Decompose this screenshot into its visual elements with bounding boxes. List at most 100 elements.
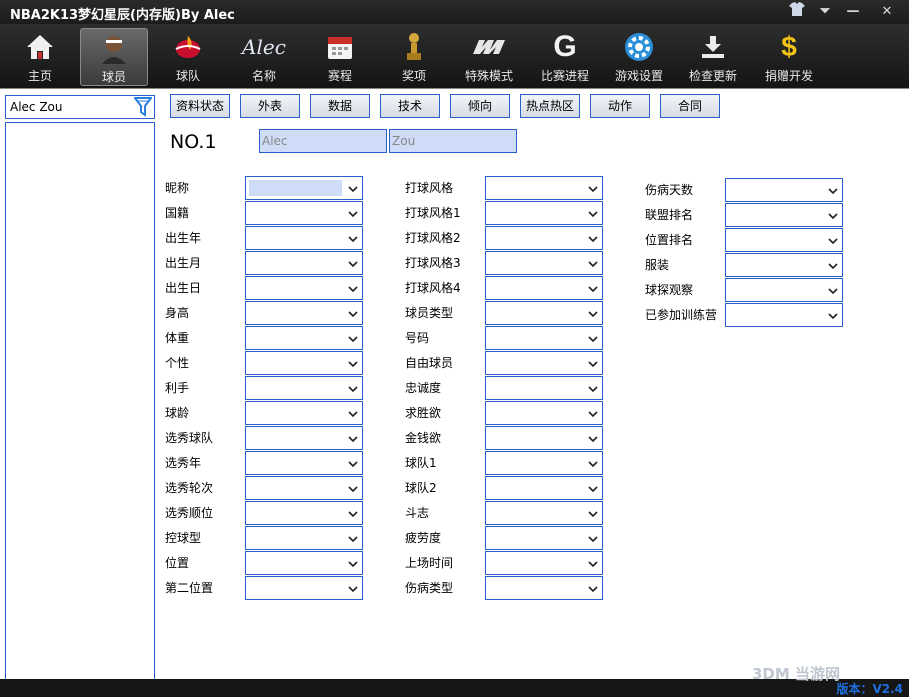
- field-dropdown[interactable]: [485, 401, 603, 425]
- chevron-down-icon[interactable]: [828, 259, 838, 273]
- chevron-down-icon[interactable]: [348, 432, 358, 446]
- chevron-down-icon[interactable]: [348, 357, 358, 371]
- field-dropdown[interactable]: [245, 326, 363, 350]
- chevron-down-icon[interactable]: [588, 382, 598, 396]
- tool-awards[interactable]: 奖项: [386, 28, 442, 86]
- field-dropdown[interactable]: [485, 351, 603, 375]
- chevron-down-icon[interactable]: [588, 357, 598, 371]
- tool-donate[interactable]: $ 捐赠开发: [760, 28, 818, 86]
- field-dropdown[interactable]: [485, 451, 603, 475]
- tab-animations[interactable]: 动作: [590, 94, 650, 118]
- field-dropdown[interactable]: [245, 401, 363, 425]
- field-dropdown[interactable]: [245, 176, 363, 200]
- chevron-down-icon[interactable]: [588, 257, 598, 271]
- tool-player[interactable]: 球员: [80, 28, 148, 86]
- chevron-down-icon[interactable]: [348, 457, 358, 471]
- field-dropdown[interactable]: [485, 276, 603, 300]
- chevron-down-icon[interactable]: [588, 407, 598, 421]
- field-dropdown[interactable]: [245, 226, 363, 250]
- last-name-input[interactable]: Zou: [389, 129, 517, 153]
- field-dropdown[interactable]: [725, 178, 843, 202]
- chevron-down-icon[interactable]: [588, 557, 598, 571]
- tab-stats[interactable]: 数据: [310, 94, 370, 118]
- chevron-down-icon[interactable]: [348, 182, 358, 196]
- first-name-input[interactable]: Alec: [259, 129, 387, 153]
- chevron-down-icon[interactable]: [828, 309, 838, 323]
- chevron-down-icon[interactable]: [348, 282, 358, 296]
- chevron-down-icon[interactable]: [348, 232, 358, 246]
- tool-check-update[interactable]: 检查更新: [684, 28, 742, 86]
- field-dropdown[interactable]: [485, 426, 603, 450]
- filter-icon[interactable]: [133, 97, 153, 120]
- chevron-down-icon[interactable]: [828, 284, 838, 298]
- field-dropdown[interactable]: [725, 203, 843, 227]
- field-dropdown[interactable]: [245, 501, 363, 525]
- field-dropdown[interactable]: [725, 278, 843, 302]
- field-dropdown[interactable]: [725, 228, 843, 252]
- field-dropdown[interactable]: [725, 253, 843, 277]
- chevron-down-icon[interactable]: [828, 209, 838, 223]
- field-dropdown[interactable]: [245, 251, 363, 275]
- tool-home[interactable]: 主页: [12, 28, 68, 86]
- field-dropdown[interactable]: [485, 501, 603, 525]
- chevron-down-icon[interactable]: [348, 307, 358, 321]
- chevron-down-icon[interactable]: [348, 382, 358, 396]
- chevron-down-icon[interactable]: [588, 207, 598, 221]
- chevron-down-icon[interactable]: [588, 507, 598, 521]
- field-dropdown[interactable]: [245, 351, 363, 375]
- field-dropdown[interactable]: [245, 376, 363, 400]
- tool-schedule[interactable]: 赛程: [312, 28, 368, 86]
- close-icon[interactable]: ✕: [876, 2, 898, 22]
- player-list[interactable]: [5, 122, 155, 680]
- field-dropdown[interactable]: [485, 226, 603, 250]
- field-dropdown[interactable]: [485, 201, 603, 225]
- chevron-down-icon[interactable]: [588, 232, 598, 246]
- tab-appearance[interactable]: 外表: [240, 94, 300, 118]
- tool-game-settings[interactable]: 游戏设置: [610, 28, 668, 86]
- field-dropdown[interactable]: [725, 303, 843, 327]
- chevron-down-icon[interactable]: [348, 532, 358, 546]
- tab-profile-status[interactable]: 资料状态: [170, 94, 230, 118]
- tool-name[interactable]: Alec 名称: [236, 28, 292, 86]
- chevron-down-icon[interactable]: [348, 407, 358, 421]
- field-dropdown[interactable]: [245, 576, 363, 600]
- chevron-down-icon[interactable]: [588, 332, 598, 346]
- chevron-down-icon[interactable]: [348, 582, 358, 596]
- field-dropdown[interactable]: [245, 276, 363, 300]
- field-dropdown[interactable]: [485, 301, 603, 325]
- chevron-down-icon[interactable]: [588, 532, 598, 546]
- tab-contract[interactable]: 合同: [660, 94, 720, 118]
- menu-dropdown-icon[interactable]: ⏷: [814, 2, 836, 22]
- field-dropdown[interactable]: [485, 526, 603, 550]
- field-dropdown[interactable]: [485, 476, 603, 500]
- player-search-input[interactable]: Alec Zou: [5, 95, 155, 119]
- tab-tendencies[interactable]: 倾向: [450, 94, 510, 118]
- chevron-down-icon[interactable]: [588, 482, 598, 496]
- chevron-down-icon[interactable]: [588, 582, 598, 596]
- chevron-down-icon[interactable]: [348, 557, 358, 571]
- field-dropdown[interactable]: [245, 301, 363, 325]
- chevron-down-icon[interactable]: [348, 332, 358, 346]
- field-dropdown[interactable]: [485, 251, 603, 275]
- field-dropdown[interactable]: [245, 451, 363, 475]
- field-dropdown[interactable]: [485, 376, 603, 400]
- field-dropdown[interactable]: [245, 526, 363, 550]
- tool-special-mode[interactable]: 特殊模式: [458, 28, 520, 86]
- tab-skills[interactable]: 技术: [380, 94, 440, 118]
- field-dropdown[interactable]: [485, 176, 603, 200]
- chevron-down-icon[interactable]: [588, 282, 598, 296]
- chevron-down-icon[interactable]: [588, 432, 598, 446]
- chevron-down-icon[interactable]: [348, 507, 358, 521]
- chevron-down-icon[interactable]: [348, 207, 358, 221]
- field-dropdown[interactable]: [245, 551, 363, 575]
- tool-team[interactable]: 球队: [160, 28, 216, 86]
- chevron-down-icon[interactable]: [348, 482, 358, 496]
- chevron-down-icon[interactable]: [348, 257, 358, 271]
- field-dropdown[interactable]: [485, 551, 603, 575]
- tab-hot-zones[interactable]: 热点热区: [520, 94, 580, 118]
- chevron-down-icon[interactable]: [828, 184, 838, 198]
- field-dropdown[interactable]: [485, 326, 603, 350]
- tool-game-progress[interactable]: G 比赛进程: [536, 28, 594, 86]
- minimize-icon[interactable]: —: [842, 2, 864, 22]
- chevron-down-icon[interactable]: [588, 457, 598, 471]
